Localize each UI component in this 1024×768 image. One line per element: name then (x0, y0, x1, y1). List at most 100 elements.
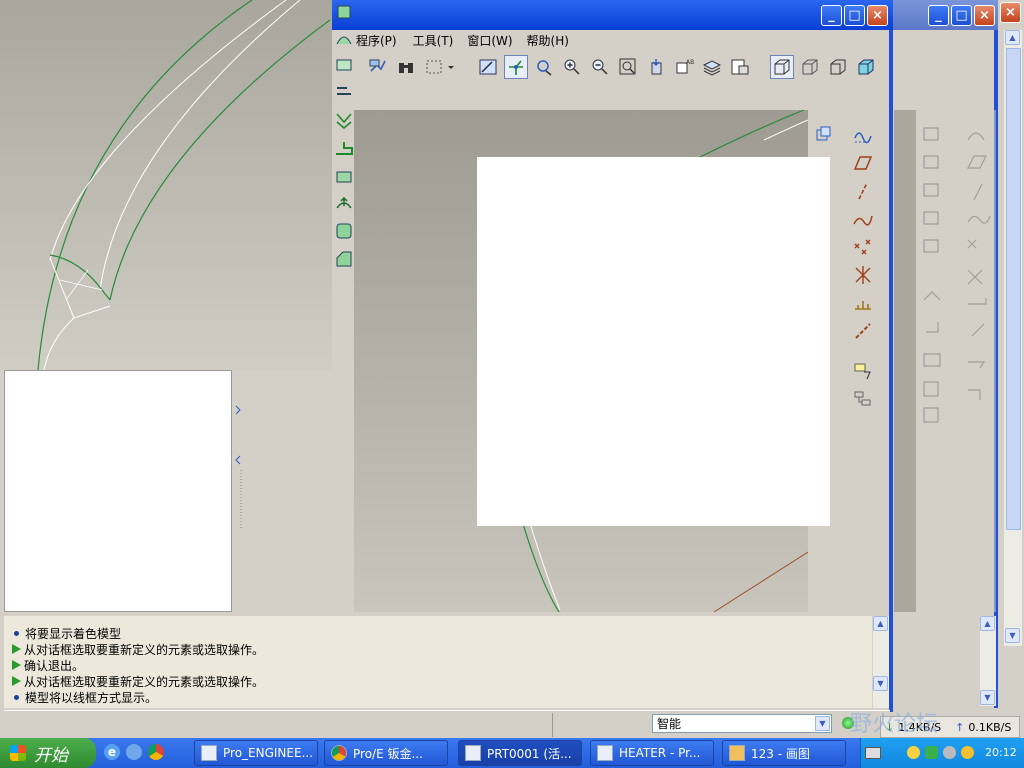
tray-app-icon[interactable] (943, 746, 956, 759)
taskbar-item[interactable]: Pro_ENGINEE... (194, 740, 318, 766)
clock[interactable]: 20:12 (985, 746, 1017, 759)
wireframe-icon[interactable] (770, 55, 794, 79)
refit-icon[interactable] (616, 55, 640, 79)
message-scrollbar[interactable]: ▲ ▼ (873, 616, 889, 708)
spin-center-icon[interactable] (532, 55, 556, 79)
selection-box-icon[interactable] (422, 55, 446, 79)
taskbar-item-active[interactable]: PRT0001 (活... (458, 740, 582, 766)
chrome-window-icon (331, 745, 347, 761)
prompt-arrow-icon (12, 676, 21, 686)
datum-axis-tool-icon[interactable] (850, 178, 876, 204)
window-icon (465, 745, 481, 761)
shield-icon[interactable] (925, 746, 938, 759)
start-button[interactable]: 开始 (0, 738, 96, 768)
status-bar: 智能 ▼ (4, 710, 890, 739)
chevron-down-icon[interactable]: ▼ (815, 716, 830, 731)
menu-bar: 程序(P) 工具(T) 窗口(W) 帮助(H) (356, 30, 583, 50)
datum-curve-icon[interactable] (850, 206, 876, 232)
revolve-icon[interactable] (331, 26, 357, 52)
binoculars-icon[interactable] (394, 55, 418, 79)
system-tray: 20:12 (860, 738, 1024, 768)
chrome-icon[interactable] (148, 744, 164, 760)
background-window: _ □ × ▲ ▼ (880, 0, 998, 708)
saved-views-icon[interactable]: AB (672, 55, 696, 79)
message-line: 确认退出。 (12, 657, 84, 673)
splitter-chevron-icon (235, 405, 242, 530)
message-area: 将要显示着色模型 从对话框选取要重新定义的元素或选取操作。 确认退出。 从对话框… (4, 616, 872, 708)
taskbar-item[interactable]: Pro/E 钣金... (324, 740, 448, 766)
dropdown-arrow-icon[interactable] (446, 55, 456, 79)
outer-vertical-scrollbar[interactable]: ▲ ▼ (1004, 30, 1022, 646)
layout-icon[interactable] (850, 386, 876, 412)
datum-plane-icon[interactable] (850, 150, 876, 176)
view-manager-icon[interactable] (728, 55, 752, 79)
zoom-in-icon[interactable] (560, 55, 584, 79)
taskbar-item[interactable]: 123 - 画图 (722, 740, 846, 766)
prompt-arrow-icon (12, 644, 21, 654)
repaint-icon[interactable] (366, 55, 390, 79)
extrude-icon[interactable] (331, 0, 357, 26)
window-icon (597, 745, 613, 761)
message-line: 从对话框选取要重新定义的元素或选取操作。 (12, 673, 264, 689)
reorient-icon[interactable] (644, 55, 668, 79)
ie-icon[interactable]: e (104, 744, 120, 760)
coordinate-system-icon[interactable] (850, 262, 876, 288)
annotation-icon[interactable] (850, 358, 876, 384)
filter-select[interactable]: 智能 ▼ (652, 714, 832, 733)
bg-maximize-button[interactable]: □ (951, 5, 972, 26)
model-sweep-wireframe (37, 0, 331, 370)
zoom-out-icon[interactable] (588, 55, 612, 79)
maximize-button[interactable]: □ (844, 5, 865, 26)
model-tree-panel[interactable] (4, 370, 232, 612)
message-line: 模型将以线框方式显示。 (12, 689, 157, 705)
panel-splitter[interactable] (232, 370, 244, 612)
tray-app-icon[interactable] (907, 746, 920, 759)
top-toolbar: AB (330, 52, 890, 82)
minimize-button[interactable]: _ (821, 5, 842, 26)
blend-icon[interactable] (331, 80, 357, 106)
quick-launch: e (104, 744, 176, 762)
main-window-titlebar[interactable] (330, 0, 893, 30)
info-bullet-icon (14, 694, 19, 700)
datum-axis-icon[interactable] (504, 55, 528, 79)
outer-close-button[interactable]: × (1000, 2, 1021, 23)
model-zoom-view (0, 0, 332, 370)
svg-text:AB: AB (686, 59, 694, 66)
menu-item-help[interactable]: 帮助(H) (527, 32, 569, 49)
forum-watermark: 野火论坛 (850, 712, 939, 737)
bg-close-button[interactable]: × (974, 5, 995, 26)
browser-icon[interactable] (126, 744, 142, 760)
menu-item-window[interactable]: 窗口(W) (467, 32, 512, 49)
analysis-icon[interactable] (850, 290, 876, 316)
hidden-line-icon[interactable] (798, 55, 822, 79)
bg-graphics-area (894, 110, 916, 612)
blank-image-overlay (477, 157, 830, 526)
close-button[interactable]: × (867, 5, 888, 26)
sweep-icon[interactable] (331, 52, 357, 78)
layers-icon[interactable] (700, 55, 724, 79)
taskbar-item[interactable]: HEATER - Pr... (590, 740, 714, 766)
upload-arrow-icon: ↑ (955, 720, 965, 734)
message-line: 从对话框选取要重新定义的元素或选取操作。 (12, 641, 264, 657)
datum-point-icon[interactable] (850, 234, 876, 260)
sketch-curve-icon[interactable] (850, 122, 876, 148)
bg-minimize-button[interactable]: _ (928, 5, 949, 26)
bg-message-scrollbar[interactable]: ▲ ▼ (980, 616, 996, 706)
windows-logo-icon (10, 745, 26, 761)
sketch-view-icon[interactable] (476, 55, 500, 79)
message-line: 将要显示着色模型 (12, 625, 121, 641)
chain-icon[interactable] (850, 318, 876, 344)
tray-app-icon[interactable] (961, 746, 974, 759)
shading-icon[interactable] (854, 55, 878, 79)
menu-item-tools[interactable]: 工具(T) (413, 32, 454, 49)
paint-icon (729, 745, 745, 761)
window-icon (201, 745, 217, 761)
prompt-arrow-icon (12, 660, 21, 670)
plane-icon[interactable] (810, 122, 836, 148)
info-bullet-icon (14, 630, 19, 636)
keyboard-icon[interactable] (865, 747, 881, 759)
menu-item-program[interactable]: 程序(P) (356, 32, 397, 49)
left-feature-toolbar (332, 0, 356, 280)
no-hidden-icon[interactable] (826, 55, 850, 79)
bg-toolbar-icons (923, 127, 991, 423)
